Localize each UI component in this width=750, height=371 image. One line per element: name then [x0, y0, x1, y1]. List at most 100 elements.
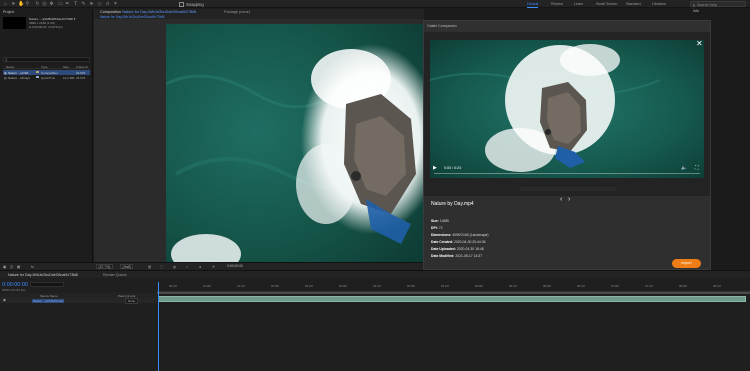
project-tab[interactable]: Project	[3, 10, 14, 14]
workspace-review[interactable]: Review	[551, 2, 563, 6]
workspace-libraries[interactable]: Libraries	[652, 2, 666, 6]
preview-icon[interactable]: ⇆	[31, 265, 34, 269]
timeline-panel: Nature for Day-iWbJsGbuDdeG6nal9xT3b8l R…	[0, 270, 750, 371]
detail-date-modified: Date Modified: 2021-05-17 14:37	[431, 254, 483, 258]
clone-stamp-tool-icon[interactable]: ⎈	[89, 1, 94, 7]
workspace-standard[interactable]: Standard	[626, 2, 641, 6]
detail-dimensions: Dimensions: 4096*2160 (Landscape)	[431, 233, 489, 237]
color-icon[interactable]: ●	[199, 265, 201, 269]
selection-tool-icon[interactable]: ➤	[11, 1, 16, 7]
zoom-tool-icon[interactable]: ⚲	[25, 1, 30, 7]
layer-duration-bar[interactable]	[158, 296, 746, 302]
item-type: Composition	[41, 70, 58, 75]
search-help-field[interactable]: ⚲ Search Help	[690, 1, 746, 8]
item-frame-rate: 23.976	[76, 75, 86, 80]
grid-icon[interactable]: ▥	[148, 265, 151, 269]
info-tab[interactable]: Info	[693, 9, 699, 13]
play-icon[interactable]: ▶	[433, 165, 437, 171]
roto-brush-tool-icon[interactable]: ☌	[105, 1, 110, 7]
file-title: Nature by Day.mp4	[431, 201, 474, 207]
ruler-tick: 01:12f	[237, 284, 245, 288]
column-type[interactable]: Type	[41, 65, 48, 69]
column-frame-rate[interactable]: Frame R	[76, 65, 88, 69]
zoom-dropdown[interactable]: (37.7%)	[96, 264, 113, 269]
footage-icon: ▤	[4, 75, 7, 80]
project-panel: Project Nature ...o(2MBnMb6ax0xT3b8l ▾ 3…	[0, 9, 93, 262]
seek-bar[interactable]	[434, 173, 700, 174]
render-icon[interactable]: ▣	[3, 265, 6, 269]
timeline-tabs: Nature for Day-iWbJsGbuDdeG6nal9xT3b8l R…	[0, 271, 750, 278]
playhead[interactable]	[158, 282, 159, 371]
composition-frame[interactable]	[166, 24, 424, 262]
composition-viewer[interactable]	[94, 19, 424, 262]
close-icon[interactable]: ✕	[696, 39, 703, 48]
transparency-icon[interactable]: ▦	[17, 265, 20, 269]
chevron-left-icon[interactable]: ‹	[560, 196, 562, 203]
search-icon: ⚲	[5, 58, 8, 63]
workspace-default[interactable]: Default	[527, 2, 539, 8]
resolution-dropdown[interactable]: (Half)	[120, 264, 134, 269]
parent-dropdown[interactable]: None	[125, 298, 139, 305]
rectangle-tool-icon[interactable]: ▭	[58, 1, 63, 7]
home-icon[interactable]: ⌂	[3, 1, 8, 7]
timeline-frames: 00000 (23.976 fps)	[2, 288, 26, 292]
composition-tab[interactable]: Composition Nature for Day-iWbJsGbuDdeG6…	[100, 10, 196, 14]
project-search-input[interactable]: ⚲	[3, 57, 90, 62]
viewer-timecode[interactable]: 0;00;00;00	[227, 264, 243, 268]
snapping-checkbox[interactable]	[179, 1, 184, 7]
item-type: QuickTime	[41, 75, 56, 80]
ruler-tick: 03:00f	[339, 284, 347, 288]
puppet-tool-icon[interactable]: ✶	[113, 1, 118, 7]
brush-tool-icon[interactable]: ✎	[81, 1, 86, 7]
eye-icon[interactable]: ◉	[3, 298, 6, 302]
timeline-tab[interactable]: Nature for Day-iWbJsGbuDdeG6nal9xT3b8l	[8, 273, 78, 277]
import-button[interactable]: Import	[672, 259, 701, 268]
item-frame-rate: 23.976	[76, 70, 86, 75]
work-area-bar[interactable]	[157, 292, 750, 294]
fullscreen-icon[interactable]: ⛶	[695, 165, 699, 171]
project-column-header: Name Type Size Frame R	[3, 65, 90, 69]
channel-icon[interactable]: ◍	[173, 265, 176, 269]
workspace-small-screen[interactable]: Small Screen	[596, 2, 617, 6]
list-item[interactable]: ▤ Nature ...ichxsjd QuickTime 14.2 MB 23…	[3, 75, 90, 80]
column-name[interactable]: Name	[6, 65, 14, 69]
pen-tool-icon[interactable]: ✒	[65, 1, 70, 7]
timeline-search-input[interactable]	[30, 282, 64, 287]
column-source-name[interactable]: Source Name	[40, 294, 58, 298]
video-preview-image	[430, 40, 704, 178]
column-size[interactable]: Size	[63, 65, 69, 69]
volume-icon[interactable]: 🔈	[681, 165, 687, 171]
snapshot-icon[interactable]: ⌾	[186, 265, 188, 269]
type-tool-icon[interactable]: T	[73, 1, 78, 7]
column-parent-link[interactable]: Parent & Link	[118, 294, 135, 298]
label-swatch	[36, 70, 39, 74]
camera-tool-icon[interactable]: ◎	[42, 1, 47, 7]
top-toolbar: ⌂ ➤ ✋ ⚲ ↻ ◎ ✥ ▭ ✒ T ✎ ⎈ ◇ ☌ ✶ Snapping D…	[0, 0, 750, 8]
composition-tab-prefix: Composition	[100, 10, 122, 14]
viewer-controls-bar: ▣ ◫ ▦ ⇆ (37.7%) (Half) ▥ ⬚ ◍ ⌾ ● ☀ 0;00;…	[0, 262, 424, 270]
table-row[interactable]: ◉ Nature ...jof7Jhifd.mp4 None	[0, 298, 157, 305]
pan-behind-tool-icon[interactable]: ✥	[49, 1, 54, 7]
footage-tab[interactable]: Footage (none)	[224, 10, 250, 14]
rotate-tool-icon[interactable]: ↻	[35, 1, 40, 7]
item-name: Nature ...ichxsjd	[8, 75, 30, 80]
item-size: 14.2 MB	[63, 75, 75, 80]
snapping-label: Snapping	[186, 2, 204, 7]
ruler-tick: 06:00f	[543, 284, 551, 288]
video-player[interactable]	[430, 40, 704, 178]
layer-name[interactable]: Nature ...jof7Jhifd.mp4	[32, 298, 65, 303]
ruler-tick: 02:12f	[305, 284, 313, 288]
workspace-learn[interactable]: Learn	[574, 2, 583, 6]
chevron-right-icon[interactable]: ›	[568, 196, 570, 203]
region-icon[interactable]: ⬚	[160, 265, 163, 269]
eraser-tool-icon[interactable]: ◇	[97, 1, 102, 7]
ruler-tick: 07:00f	[611, 284, 619, 288]
hand-tool-icon[interactable]: ✋	[18, 1, 24, 7]
list-item[interactable]: ▣ Nature ...iyCWl... Composition 23.976	[3, 70, 90, 75]
render-queue-tab[interactable]: Render Queue	[103, 273, 127, 277]
mask-icon[interactable]: ◫	[10, 265, 13, 269]
exposure-icon[interactable]: ☀	[212, 265, 215, 269]
dialog-titlebar[interactable]: Castle Companion	[424, 21, 710, 31]
time-ruler[interactable]: 00:12f 01:00f 01:12f 02:00f 02:12f 03:00…	[157, 282, 750, 292]
ruler-tick: 05:00f	[475, 284, 483, 288]
